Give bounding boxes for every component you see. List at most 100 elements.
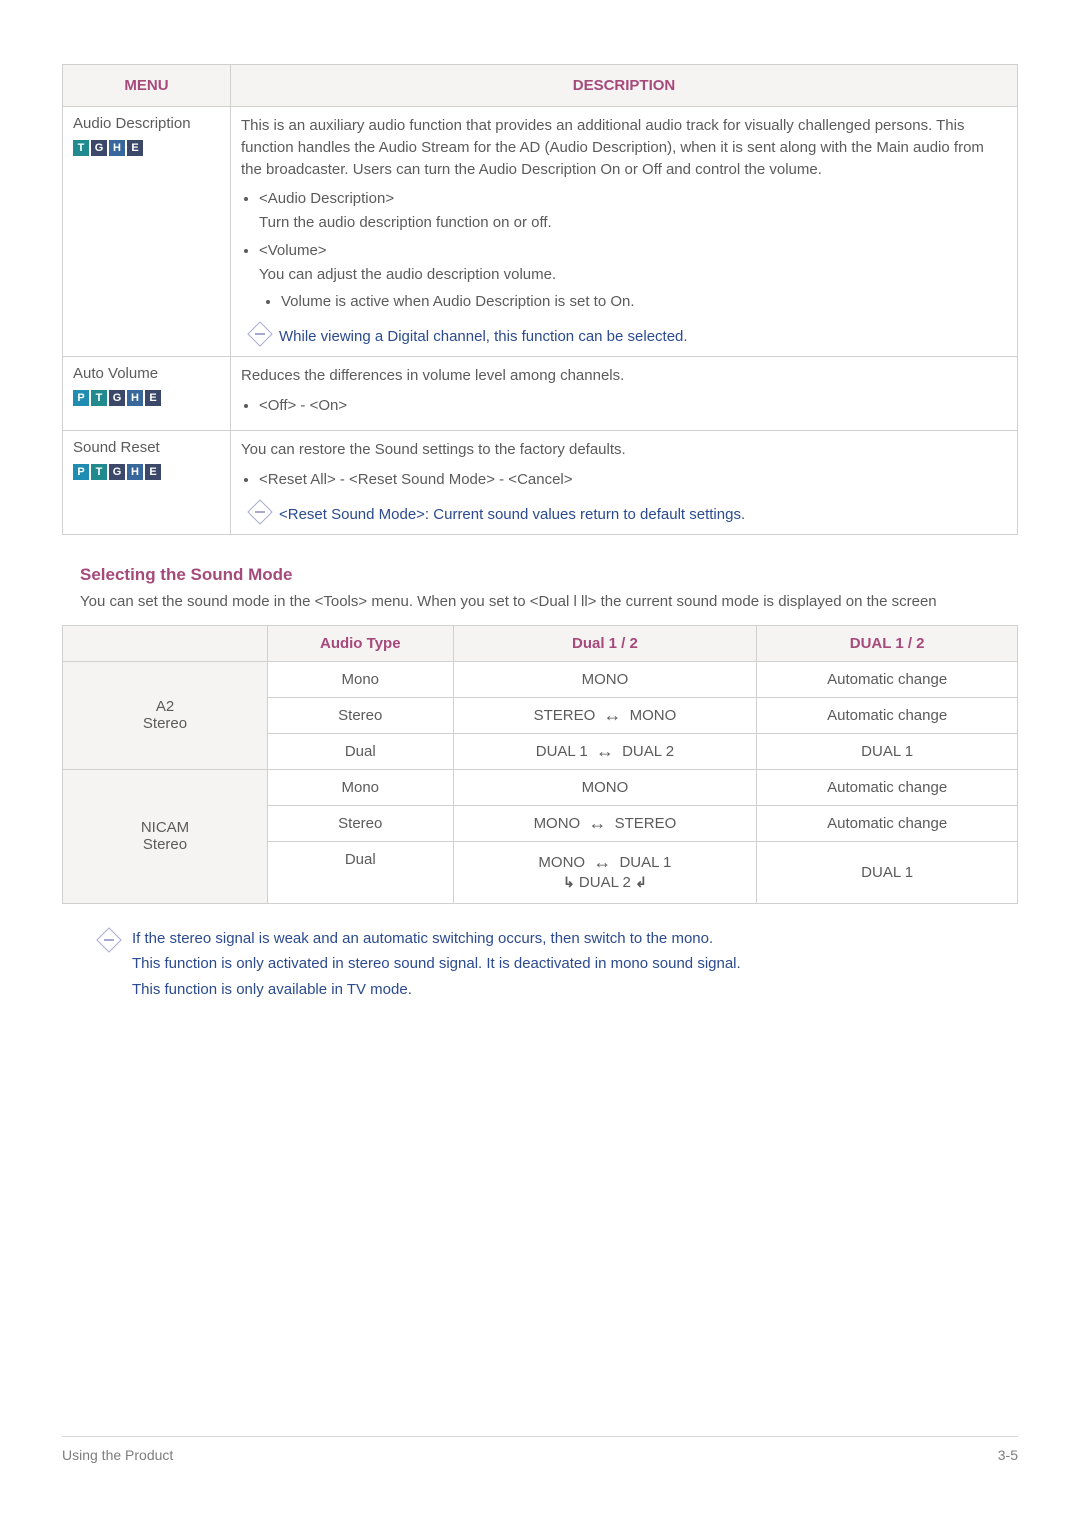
table-row: Sound Reset PTGHE You can restore the Soun…	[63, 431, 1018, 534]
tag-t-badge: T	[73, 140, 89, 156]
dual12-mid-cell: DUAL 1 ↔ DUAL 2	[453, 733, 757, 769]
sub-bullet-list: Volume is active when Audio Description …	[259, 291, 1007, 313]
tag-h-badge: H	[127, 390, 143, 406]
section-title: Selecting the Sound Mode	[80, 565, 1018, 585]
dual12-right-cell: Automatic change	[757, 805, 1018, 841]
dual12-right-cell: Automatic change	[757, 661, 1018, 697]
tag-p-badge: P	[73, 390, 89, 406]
bullet-list: <Audio Description>Turn the audio descri…	[241, 188, 1007, 313]
path-down-right-icon: ↳	[563, 874, 575, 891]
list-item: <Volume>You can adjust the audio descrip…	[259, 240, 1007, 313]
mode-label: STEREO	[615, 815, 677, 832]
tag-g-badge: G	[109, 464, 125, 480]
bullet-text: Turn the audio description function on o…	[259, 212, 1007, 234]
note: <Reset Sound Mode>: Current sound values…	[251, 501, 1007, 526]
bullet-label: <Audio Description>	[259, 188, 1007, 210]
dual12-mid-cell: MONO ↔ DUAL 1 ↳ DUAL 2 ↲	[453, 841, 757, 903]
footer-right: 3-5	[998, 1447, 1018, 1463]
model-tag-strip: PTGHE	[73, 390, 161, 406]
double-arrow-icon: ↔	[589, 855, 615, 869]
tag-e-badge: E	[145, 464, 161, 480]
table-row: A2StereoMonoMONO Automatic change	[63, 661, 1018, 697]
mode-label: STEREO	[534, 707, 596, 724]
double-arrow-icon: ↔	[599, 708, 625, 722]
table-header-row: MENU DESCRIPTION	[63, 65, 1018, 107]
path-down-left-icon: ↲	[635, 874, 647, 891]
tag-g-badge: G	[109, 390, 125, 406]
description-cell: Reduces the differences in volume level …	[231, 356, 1018, 431]
audio-type-cell: Mono	[268, 769, 454, 805]
dual12-right-cell: Automatic change	[757, 697, 1018, 733]
page-footer: Using the Product 3-5	[62, 1436, 1018, 1463]
col-dual12-right-header: DUAL 1 / 2	[757, 625, 1018, 661]
note-icon	[96, 927, 121, 952]
table-row: NICAMStereoMonoMONO Automatic change	[63, 769, 1018, 805]
mode-label: DUAL 2	[622, 743, 674, 760]
note: While viewing a Digital channel, this fu…	[251, 323, 1007, 348]
note-icon	[247, 321, 272, 346]
bullet-label: <Off> - <On>	[259, 395, 1007, 417]
description-cell: You can restore the Sound settings to th…	[231, 431, 1018, 534]
footnote-line: If the stereo signal is weak and an auto…	[132, 926, 741, 952]
section-intro: You can set the sound mode in the <Tools…	[80, 591, 1018, 612]
audio-type-cell: Dual	[268, 733, 454, 769]
description-cell: This is an auxiliary audio function that…	[231, 107, 1018, 357]
menu-cell: Audio DescriptionTGHE	[63, 107, 231, 357]
list-item: <Off> - <On>	[259, 395, 1007, 417]
mode-label: DUAL 2	[579, 874, 631, 891]
tag-t-badge: T	[91, 390, 107, 406]
dual12-right-cell: DUAL 1	[757, 841, 1018, 903]
description-intro: You can restore the Sound settings to th…	[241, 439, 1007, 461]
note-text: While viewing a Digital channel, this fu…	[279, 326, 688, 348]
mode-label: MONO	[582, 671, 629, 688]
col-dual12-mid-header: Dual 1 / 2	[453, 625, 757, 661]
bullet-label: <Reset All> - <Reset Sound Mode> - <Canc…	[259, 469, 1007, 491]
bullet-list: <Off> - <On>	[241, 395, 1007, 417]
tag-h-badge: H	[109, 140, 125, 156]
col-description-header: DESCRIPTION	[231, 65, 1018, 107]
footnote-line: This function is only activated in stere…	[132, 951, 741, 977]
double-arrow-icon: ↔	[584, 816, 610, 830]
group-stub-label: NICAMStereo	[63, 769, 268, 903]
tag-g-badge: G	[91, 140, 107, 156]
dual12-right-cell: DUAL 1	[757, 733, 1018, 769]
table-row: Auto VolumePTGHEReduces the differences …	[63, 356, 1018, 431]
bullet-text: You can adjust the audio description vol…	[259, 264, 1007, 286]
note-text: <Reset Sound Mode>: Current sound values…	[279, 504, 745, 526]
tag-e-badge: E	[145, 390, 161, 406]
menu-item-label: Sound Reset	[73, 439, 220, 462]
list-item: <Reset All> - <Reset Sound Mode> - <Canc…	[259, 469, 1007, 491]
col-blank-header	[63, 625, 268, 661]
list-item: Volume is active when Audio Description …	[281, 291, 1007, 313]
tag-h-badge: H	[127, 464, 143, 480]
bullet-label: <Volume>	[259, 240, 1007, 262]
mode-label: DUAL 1	[536, 743, 588, 760]
list-item: <Audio Description>Turn the audio descri…	[259, 188, 1007, 234]
audio-type-cell: Mono	[268, 661, 454, 697]
description-intro: This is an auxiliary audio function that…	[241, 115, 1007, 180]
dual12-mid-cell: MONO ↔ STEREO	[453, 805, 757, 841]
table-row: Audio DescriptionTGHEThis is an auxiliar…	[63, 107, 1018, 357]
mode-label: MONO	[582, 779, 629, 796]
description-intro: Reduces the differences in volume level …	[241, 365, 1007, 387]
dual12-mid-cell: STEREO ↔ MONO	[453, 697, 757, 733]
footnote-lines: If the stereo signal is weak and an auto…	[132, 926, 741, 1003]
col-audio-type-header: Audio Type	[268, 625, 454, 661]
col-menu-header: MENU	[63, 65, 231, 107]
footer-left: Using the Product	[62, 1447, 173, 1463]
footnotes: If the stereo signal is weak and an auto…	[100, 926, 1018, 1003]
audio-type-cell: Stereo	[268, 805, 454, 841]
bullet-list: <Reset All> - <Reset Sound Mode> - <Canc…	[241, 469, 1007, 491]
note-icon	[247, 499, 272, 524]
table-header-row: Audio Type Dual 1 / 2 DUAL 1 / 2	[63, 625, 1018, 661]
menu-item-label: Audio Description	[73, 115, 220, 138]
audio-type-cell: Stereo	[268, 697, 454, 733]
tag-p-badge: P	[73, 464, 89, 480]
mode-label: MONO	[534, 815, 581, 832]
mode-label: DUAL 1	[619, 854, 671, 871]
mode-label: MONO	[538, 854, 585, 871]
tag-t-badge: T	[91, 464, 107, 480]
audio-type-cell: Dual	[268, 841, 454, 903]
footnote-line: This function is only available in TV mo…	[132, 977, 741, 1003]
dual12-mid-cell: MONO	[453, 661, 757, 697]
